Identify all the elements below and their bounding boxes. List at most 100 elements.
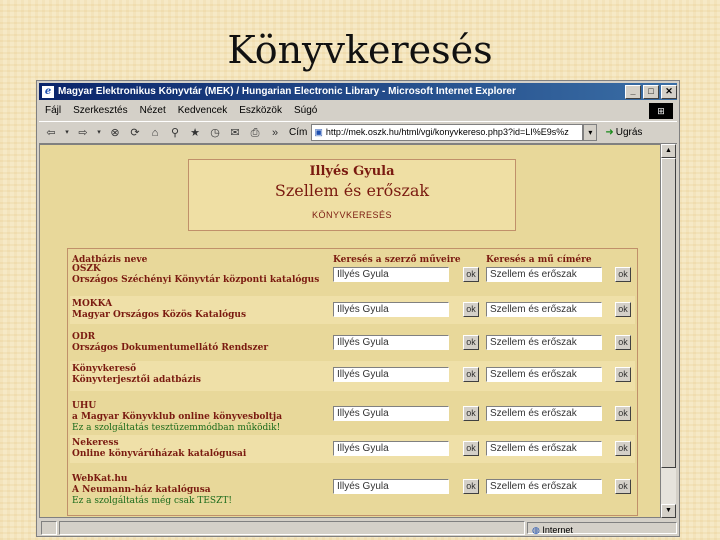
author-search-input[interactable]: Illyés Gyula [333,367,449,382]
forward-icon[interactable]: ⇨ [75,125,91,141]
menu-edit[interactable]: Szerkesztés [73,102,127,120]
address-dropdown-icon[interactable]: ▾ [583,124,598,141]
menu-help[interactable]: Súgó [294,102,317,120]
book-title: Szellem és erőszak [274,181,430,200]
windows-logo-icon: ⊞ [649,103,673,119]
database-full-name: Magyar Országos Közös Katalógus [72,310,247,320]
vertical-scrollbar[interactable]: ▲ ▼ [661,144,676,518]
author-search-ok-button[interactable]: ok [463,406,479,421]
search-icon[interactable]: ⚲ [167,125,183,141]
window-titlebar[interactable]: e Magyar Elektronikus Könyvtár (MEK) / H… [39,83,677,100]
database-short-name: UHU [72,401,97,411]
page-content: Illyés Gyula Szellem és erőszak KÖNYVKER… [39,144,661,518]
title-search-ok-button[interactable]: ok [615,302,631,317]
toolbar: ⇦ ▾ ⇨ ▾ ⊗ ⟳ ⌂ ⚲ ★ ◷ ✉ ⎙ » Cím ▣ http://m… [39,121,677,144]
menu-bar: Fájl Szerkesztés Nézet Kedvencek Eszközö… [39,102,677,120]
author-search-ok-button[interactable]: ok [463,479,479,494]
back-dropdown-icon[interactable]: ▾ [63,125,71,141]
database-name[interactable]: ODR Országos Dokumentumellátó Rendszer [72,332,268,354]
address-bar[interactable]: ▣ http://mek.oszk.hu/html/vgi/konyvkeres… [311,124,584,141]
database-name[interactable]: Könyvkereső Könyvterjesztői adatbázis [72,364,201,386]
table-row: Könyvkereső Könyvterjesztői adatbázis Illy… [70,361,635,391]
slide-title: Könyvkeresés [227,28,493,72]
internet-explorer-icon: e [42,85,54,98]
database-full-name: A Neumann-ház katalógusa [72,485,211,495]
menu-favorites[interactable]: Kedvencek [178,102,227,120]
author-search-ok-button[interactable]: ok [463,267,479,282]
title-search-ok-button[interactable]: ok [615,441,631,456]
database-name[interactable]: UHU a Magyar Könyvklub online könyvesbolt… [72,401,282,434]
page-icon: ▣ [314,127,323,137]
maximize-button[interactable]: □ [643,84,659,99]
database-short-name: OSZK [72,264,101,274]
table-row: MOKKA Magyar Országos Közös Katalógus Illy… [70,296,635,324]
book-author: Illyés Gyula [309,164,395,179]
database-full-name: Országos Széchényi Könyvtár központi kat… [72,275,320,285]
author-search-ok-button[interactable]: ok [463,302,479,317]
search-table: Adatbázis neve Keresés a szerző műveire … [67,248,638,516]
status-bar: ◍ Internet [39,521,677,535]
database-name[interactable]: MOKKA Magyar Országos Közös Katalógus [72,299,246,321]
menu-view[interactable]: Nézet [140,102,166,120]
author-search-ok-button[interactable]: ok [463,367,479,382]
author-search-input[interactable]: Illyés Gyula [333,479,449,494]
database-full-name: Online könyvárúházak katalógusai [72,449,247,459]
author-search-input[interactable]: Illyés Gyula [333,302,449,317]
author-search-ok-button[interactable]: ok [463,335,479,350]
history-icon[interactable]: ◷ [207,125,223,141]
minimize-button[interactable]: _ [625,84,641,99]
favorites-icon[interactable]: ★ [187,125,203,141]
close-button[interactable]: ✕ [661,84,677,99]
author-search-input[interactable]: Illyés Gyula [333,406,449,421]
database-name[interactable]: Nekeress Online könyvárúházak katalógusai [72,438,246,460]
status-zone: ◍ Internet [527,522,677,535]
title-search-input[interactable]: Szellem és erőszak [486,406,602,421]
title-search-input[interactable]: Szellem és erőszak [486,367,602,382]
title-search-ok-button[interactable]: ok [615,367,631,382]
title-search-ok-button[interactable]: ok [615,267,631,282]
go-button[interactable]: ➜ Ugrás [605,127,642,138]
title-search-input[interactable]: Szellem és erőszak [486,335,602,350]
database-note: Ez a szolgáltatás tesztüzemmódban működi… [72,423,281,433]
more-icon[interactable]: » [267,125,283,141]
table-row: Nekeress Online könyvárúházak katalógusai… [70,435,635,463]
title-search-ok-button[interactable]: ok [615,335,631,350]
title-search-input[interactable]: Szellem és erőszak [486,479,602,494]
title-search-input[interactable]: Szellem és erőszak [486,267,602,282]
go-label: Ugrás [615,127,643,138]
scroll-up-icon[interactable]: ▲ [661,144,676,158]
author-search-ok-button[interactable]: ok [463,441,479,456]
print-icon[interactable]: ⎙ [247,125,263,141]
author-search-input[interactable]: Illyés Gyula [333,267,449,282]
database-short-name: ODR [72,332,96,342]
status-zone-label: Internet [542,525,573,535]
scroll-down-icon[interactable]: ▼ [661,504,676,518]
title-search-ok-button[interactable]: ok [615,406,631,421]
author-search-input[interactable]: Illyés Gyula [333,441,449,456]
back-icon[interactable]: ⇦ [43,125,59,141]
database-name[interactable]: WebKat.hu A Neumann-ház katalógusa Ez a sz… [72,474,232,507]
database-short-name: Nekeress [72,438,119,448]
database-note: Ez a szolgáltatás még csak TESZT! [72,496,232,506]
book-header: Illyés Gyula Szellem és erőszak KÖNYVKER… [188,159,516,231]
database-short-name: WebKat.hu [72,474,128,484]
author-search-input[interactable]: Illyés Gyula [333,335,449,350]
database-full-name: a Magyar Könyvklub online könyvesboltja [72,412,283,422]
stop-icon[interactable]: ⊗ [107,125,123,141]
title-search-input[interactable]: Szellem és erőszak [486,441,602,456]
menu-file[interactable]: Fájl [45,102,61,120]
title-search-ok-button[interactable]: ok [615,479,631,494]
window-title: Magyar Elektronikus Könyvtár (MEK) / Hun… [58,86,516,97]
title-search-input[interactable]: Szellem és erőszak [486,302,602,317]
database-full-name: Országos Dokumentumellátó Rendszer [72,343,269,353]
home-icon[interactable]: ⌂ [147,125,163,141]
status-message [59,521,525,535]
database-short-name: Könyvkereső [72,364,137,374]
menu-tools[interactable]: Eszközök [239,102,282,120]
mail-icon[interactable]: ✉ [227,125,243,141]
database-full-name: Könyvterjesztői adatbázis [72,375,201,385]
forward-dropdown-icon[interactable]: ▾ [95,125,103,141]
scroll-thumb[interactable] [661,158,676,468]
database-name[interactable]: OSZK Országos Széchényi Könyvtár központi… [72,264,319,286]
refresh-icon[interactable]: ⟳ [127,125,143,141]
